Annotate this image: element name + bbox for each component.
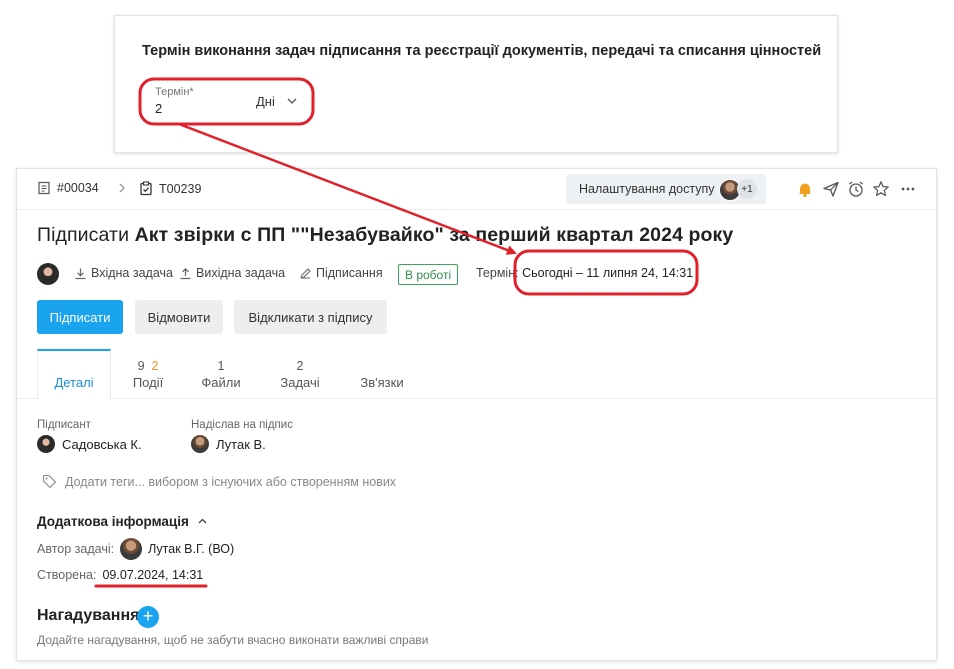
outgoing-task-link[interactable]: Вихідна задача — [179, 266, 285, 280]
access-extra-count: +1 — [737, 179, 757, 199]
chevron-up-icon — [198, 518, 207, 524]
tab-label: Деталі — [54, 375, 94, 390]
deadline[interactable]: Термін: Сьогодні – 11 липня 24, 14:31 — [476, 266, 693, 280]
reminders-title: Нагадування — [37, 607, 140, 624]
task-type-label: Підписання — [316, 266, 383, 280]
sign-button[interactable]: Підписати — [37, 300, 123, 334]
withdraw-button[interactable]: Відкликати з підпису — [234, 300, 387, 334]
tab-label: Зв'язки — [360, 375, 404, 390]
task-title-main: Акт звірки с ПП ""Незабувайко" за перший… — [134, 224, 734, 246]
star-icon[interactable] — [872, 180, 890, 198]
term-value[interactable]: 2 — [155, 101, 162, 116]
avatar — [37, 435, 55, 453]
reminders-hint: Додайте нагадування, щоб не забути вчасн… — [37, 633, 429, 647]
tab-label: Події — [132, 375, 164, 390]
status-badge[interactable]: В роботі — [398, 264, 459, 285]
sender-name: Лутак В. — [216, 436, 266, 452]
extra-info-toggle[interactable]: Додаткова інформація — [37, 514, 208, 529]
settings-title: Термін виконання задач підписання та реє… — [142, 43, 822, 59]
tab-label: Файли — [201, 375, 241, 390]
document-icon — [38, 181, 50, 195]
breadcrumb-task-id[interactable]: T00239 — [159, 182, 201, 196]
term-field[interactable]: Термін* 2 Дні — [142, 83, 306, 123]
send-icon[interactable] — [822, 180, 840, 198]
task-type: Підписання — [299, 266, 383, 280]
tab-files[interactable]: 1 Файли — [194, 349, 248, 399]
author-name[interactable]: Лутак В.Г. (ВО) — [148, 542, 234, 556]
term-settings-card: Термін виконання задач підписання та реє… — [114, 15, 838, 153]
term-unit-select[interactable]: Дні — [256, 94, 275, 109]
signer-name: Садовська К. — [62, 436, 142, 452]
chevron-down-icon[interactable] — [286, 95, 298, 107]
tag-icon — [42, 474, 57, 489]
tab-count: 9 2 — [121, 359, 175, 373]
tab-bar: Деталі 9 2 Події 1 Файли 2 Задачі Зв'язк… — [17, 349, 936, 400]
outgoing-task-label: Вихідна задача — [196, 266, 286, 280]
incoming-task-link[interactable]: Вхідна задача — [74, 266, 173, 280]
breadcrumb-current[interactable]: T00239 — [139, 181, 201, 196]
tab-events[interactable]: 9 2 Події — [121, 349, 175, 399]
breadcrumb-parent-id[interactable]: #00034 — [57, 181, 99, 195]
download-icon — [75, 268, 86, 279]
access-settings-label: Налаштування доступу — [579, 182, 715, 196]
add-reminder-button[interactable]: + — [137, 606, 159, 628]
clipboard-check-icon — [140, 181, 152, 196]
task-title: Підписати Акт звірки с ПП ""Незабувайко"… — [37, 224, 733, 247]
upload-icon — [180, 267, 191, 279]
breadcrumb-parent[interactable]: #00034 — [37, 181, 99, 195]
tab-label: Задачі — [280, 375, 320, 390]
pen-icon — [300, 267, 311, 279]
avatar[interactable] — [37, 263, 59, 285]
term-label: Термін* — [155, 86, 194, 98]
sender-label: Надіслав на підпис — [191, 419, 293, 431]
incoming-task-label: Вхідна задача — [91, 266, 173, 280]
header-divider — [17, 209, 936, 210]
created-value: 09.07.2024, 14:31 — [102, 568, 204, 582]
chevron-right-icon — [117, 181, 127, 195]
tab-count-new: 2 — [151, 359, 159, 373]
tab-count: 1 — [217, 359, 225, 373]
extra-info-title: Додаткова інформація — [37, 514, 189, 529]
deadline-label: Термін: — [476, 266, 519, 280]
alarm-clock-icon[interactable] — [847, 180, 865, 198]
created-label: Створена: — [37, 568, 97, 582]
author-label: Автор задачі: — [37, 542, 115, 556]
deadline-value[interactable]: Сьогодні – 11 липня 24, 14:31 — [522, 266, 693, 280]
avatar — [191, 435, 209, 453]
task-title-prefix: Підписати — [37, 224, 135, 246]
access-settings-button[interactable]: Налаштування доступу +1 — [566, 174, 766, 204]
signer-label: Підписант — [37, 419, 91, 431]
tags-placeholder: Додати теги... вибором з існуючих або ст… — [65, 474, 397, 489]
task-card: #00034 T00239 Налаштування доступу +1 Пі… — [16, 168, 937, 661]
author-row: Автор задачі: Лутак В.Г. (ВО) — [37, 538, 234, 560]
tab-count: 2 — [296, 359, 304, 373]
signer[interactable]: Садовська К. — [37, 435, 142, 453]
sender[interactable]: Лутак В. — [191, 435, 266, 453]
created-row: Створена: 09.07.2024, 14:31 — [37, 568, 203, 582]
avatar[interactable] — [120, 538, 143, 560]
tab-details[interactable]: Деталі — [37, 349, 111, 400]
task-meta-row: Вхідна задача Вихідна задача Підписання … — [37, 263, 917, 285]
tab-count-value: 9 — [137, 359, 145, 373]
reject-button[interactable]: Відмовити — [135, 300, 223, 334]
bell-icon[interactable] — [796, 180, 814, 198]
more-icon[interactable] — [899, 180, 917, 198]
tab-tasks[interactable]: 2 Задачі — [273, 349, 327, 399]
tab-links[interactable]: Зв'язки — [351, 349, 413, 399]
tags-input[interactable]: Додати теги... вибором з існуючих або ст… — [42, 474, 396, 489]
